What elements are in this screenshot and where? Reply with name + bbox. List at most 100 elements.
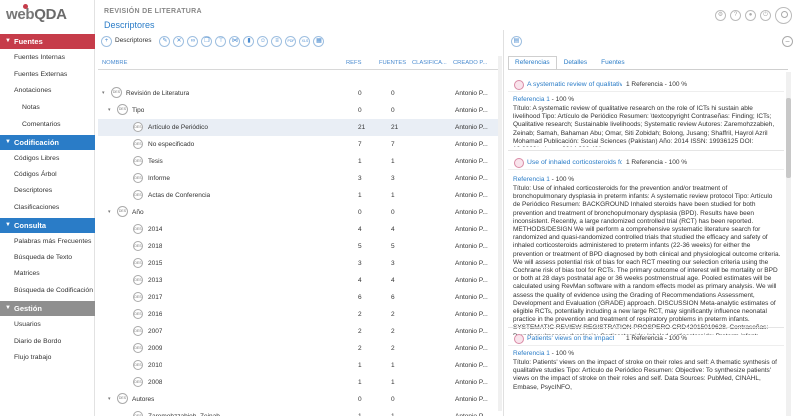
table-row[interactable]: DES 2018 5 5 Antonio P... — [98, 238, 498, 255]
cell-fuentes: 2 — [391, 311, 395, 318]
cell-nombre: Revisión de Literatura — [126, 90, 190, 97]
delete-icon[interactable]: ✕ — [173, 35, 185, 47]
column-header-clasifica[interactable]: CLASIFICA... — [412, 60, 447, 66]
table-row[interactable]: DES 2016 2 2 Antonio P... — [98, 306, 498, 323]
expand-toggle-icon[interactable]: ▾ — [108, 209, 111, 215]
people-icon[interactable]: ☺ — [257, 35, 269, 47]
expand-toggle-icon[interactable]: ▾ — [102, 90, 105, 96]
sidebar-item-flujo-trabajo[interactable]: Flujo trabajo — [14, 354, 51, 361]
settings-icon[interactable]: ⚙ — [715, 10, 726, 21]
tab-referencias[interactable]: Referencias — [508, 56, 557, 70]
table-row[interactable]: DES 2007 2 2 Antonio P... — [98, 323, 498, 340]
descriptor-icon: DES — [133, 156, 143, 166]
sidebar-item-comentarios[interactable]: Comentarios — [22, 121, 61, 128]
sidebar-item-busqueda-codificacion[interactable]: Búsqueda de Codificación — [14, 287, 93, 294]
collapse-icon[interactable]: − — [782, 36, 793, 47]
sidebar-item-fuentes-externas[interactable]: Fuentes Externas — [14, 71, 67, 78]
reference-header[interactable]: Use of inhaled corticosteroids for 1 Ref… — [508, 156, 784, 170]
cell-fuentes: 1 — [391, 192, 395, 199]
document-icon — [514, 80, 524, 90]
sidebar-item-palabras-frecuentes[interactable]: Palabras más Frecuentes — [14, 238, 91, 245]
table-row[interactable]: DES Actas de Conferencia 1 1 Antonio P... — [98, 187, 498, 204]
panel-divider[interactable] — [503, 30, 504, 416]
table-row[interactable]: ▾ DES Año 0 0 Antonio P... — [98, 204, 498, 221]
sidebar-item-matrices[interactable]: Matrices — [14, 270, 40, 277]
logo[interactable]: webQDA — [6, 4, 67, 28]
section-codificacion[interactable]: ▼ Codificación — [0, 135, 95, 150]
table-row[interactable]: DES Tesis 1 1 Antonio P... — [98, 153, 498, 170]
column-header-creado[interactable]: CREADO P... — [453, 60, 487, 66]
cell-creado: Antonio P... — [455, 226, 488, 233]
cell-fuentes: 5 — [391, 243, 395, 250]
tab-detalles[interactable]: Detalles — [557, 56, 594, 70]
tab-fuentes[interactable]: Fuentes — [594, 56, 632, 70]
sidebar-item-clasificaciones[interactable]: Clasificaciones — [14, 204, 59, 211]
table-row[interactable]: DESZaremohzzabieh, Zeinab11Antonio P... — [98, 408, 498, 416]
table-row[interactable]: ▾ DES Revisión de Literatura 0 0 Antonio P... — [98, 85, 498, 102]
section-fuentes[interactable]: ▼ Fuentes — [0, 34, 95, 49]
table-row[interactable]: DES 2014 4 4 Antonio P... — [98, 221, 498, 238]
sidebar-item-busqueda-texto[interactable]: Búsqueda de Texto — [14, 254, 72, 261]
table-row[interactable]: ▾ DES Autores 0 0 Antonio P... — [98, 391, 498, 408]
power-icon[interactable]: ⏻ — [760, 10, 771, 21]
pdf-icon[interactable]: PDF — [285, 35, 297, 47]
column-header-refs[interactable]: REFS — [346, 60, 361, 66]
grid-icon[interactable]: ▦ — [313, 35, 325, 47]
reference-title[interactable]: Patients' views on the impact — [527, 335, 614, 342]
chart-icon[interactable]: ▮ — [243, 35, 255, 47]
xls-icon[interactable]: XLS — [299, 35, 311, 47]
table-row[interactable]: DES No especificado 7 7 Antonio P... — [98, 136, 498, 153]
reference-header[interactable]: Patients' views on the impact 1 Referenc… — [508, 332, 784, 346]
table-row[interactable]: DES 2013 4 4 Antonio P... — [98, 272, 498, 289]
section-consulta[interactable]: ▼ Consulta — [0, 218, 95, 233]
sidebar-item-descriptores[interactable]: Descriptores — [14, 187, 52, 194]
table-row[interactable]: DES 2017 6 6 Antonio P... — [98, 289, 498, 306]
table-row[interactable]: DES 2008 1 1 Antonio P... — [98, 374, 498, 391]
table-scrollbar[interactable] — [498, 56, 502, 411]
table-row[interactable]: DES 2015 3 3 Antonio P... — [98, 255, 498, 272]
notifications-icon[interactable]: ● — [745, 10, 756, 21]
expand-toggle-icon[interactable]: ▾ — [108, 107, 111, 113]
reference-link[interactable]: Referencia 1 — [513, 176, 550, 183]
scrollbar-thumb[interactable] — [786, 98, 791, 178]
tree-icon[interactable]: ⊤ — [215, 35, 227, 47]
avatar[interactable] — [775, 7, 792, 24]
help-icon[interactable]: ? — [730, 10, 741, 21]
table-row[interactable]: DES 2010 1 1 Antonio P... — [98, 357, 498, 374]
app-window: webQDA ▼ Fuentes Fuentes Internas Fuentes… — [0, 0, 800, 416]
cell-creado: Antonio P... — [455, 294, 488, 301]
expand-toggle-icon[interactable]: ▾ — [108, 396, 111, 402]
section-label: Fuentes — [14, 37, 43, 46]
sidebar-item-codigos-libres[interactable]: Códigos Libres — [14, 155, 59, 162]
plus-icon[interactable]: + — [101, 35, 112, 47]
page-title: Descriptores — [104, 20, 155, 30]
sidebar-item-anotaciones[interactable]: Anotaciones — [14, 87, 51, 94]
print-icon[interactable]: ▤ — [511, 36, 522, 47]
sidebar-item-diario-bordo[interactable]: Diario de Bordo — [14, 338, 61, 345]
cell-creado: Antonio P... — [455, 311, 488, 318]
table-row[interactable]: DES 2009 2 2 Antonio P... — [98, 340, 498, 357]
merge-icon[interactable]: ⋈ — [229, 35, 241, 47]
cell-nombre: 2008 — [148, 379, 163, 386]
reference-title[interactable]: Use of inhaled corticosteroids for — [527, 159, 622, 166]
sidebar-item-fuentes-internas[interactable]: Fuentes Internas — [14, 54, 65, 61]
reference-link[interactable]: Referencia 1 — [513, 350, 550, 357]
reference-link[interactable]: Referencia 1 — [513, 96, 550, 103]
column-header-nombre[interactable]: NOMBRE — [102, 60, 127, 66]
table-row[interactable]: DES Informe 3 3 Antonio P... — [98, 170, 498, 187]
copy-icon[interactable]: ❐ — [201, 35, 213, 47]
section-gestion[interactable]: ▼ Gestión — [0, 301, 95, 316]
cell-creado: Antonio P... — [455, 328, 488, 335]
sidebar-item-notas[interactable]: Notas — [22, 104, 40, 111]
link-icon[interactable]: ∞ — [187, 35, 199, 47]
table-row[interactable]: ▾ DES Tipo 0 0 Antonio P... — [98, 102, 498, 119]
references-scrollbar[interactable] — [786, 72, 791, 416]
reference-title[interactable]: A systematic review of qualitative — [527, 81, 622, 88]
sidebar-item-codigos-arbol[interactable]: Códigos Árbol — [14, 171, 57, 178]
table-row[interactable]: DES Artículo de Periódico 21 21 Antonio P... — [98, 119, 498, 136]
edit-icon[interactable]: ✎ — [159, 35, 171, 47]
list-icon[interactable]: ≡ — [271, 35, 283, 47]
sidebar-item-usuarios[interactable]: Usuarios — [14, 321, 41, 328]
reference-header[interactable]: A systematic review of qualitative 1 Ref… — [508, 78, 784, 92]
column-header-fuentes[interactable]: FUENTES — [379, 60, 406, 66]
